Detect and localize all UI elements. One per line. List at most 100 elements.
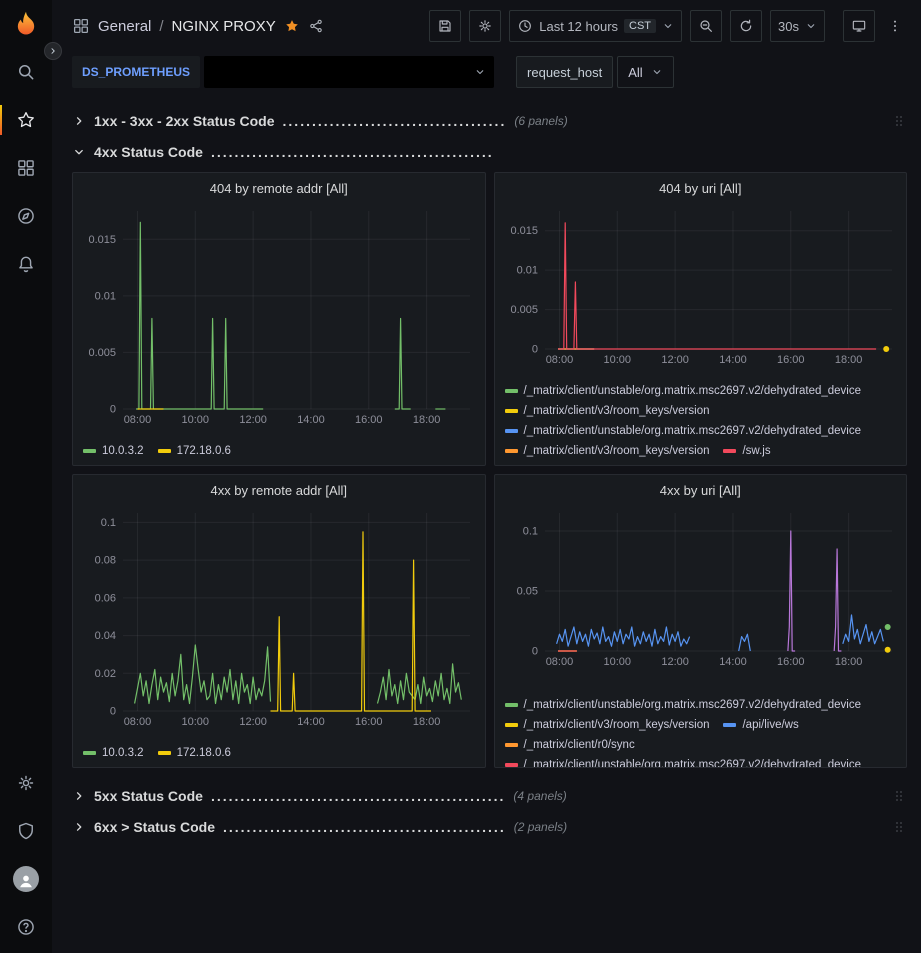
sidebar-item-help[interactable] [0,903,52,951]
grafana-logo[interactable] [12,10,40,38]
legend-item[interactable]: 10.0.3.2 [83,441,144,461]
request-host-value: All [628,65,642,80]
favorite-star-icon[interactable] [284,18,300,34]
svg-text:0.01: 0.01 [95,290,116,302]
legend-item[interactable]: /_matrix/client/unstable/org.matrix.msc2… [505,755,862,767]
monitor-icon [851,18,867,34]
row-title: 6xx > Status Code [94,819,215,835]
legend-item[interactable]: /_matrix/client/v3/room_keys/version [505,715,710,735]
kebab-icon [887,18,903,34]
svg-text:12:00: 12:00 [239,716,267,728]
legend-item[interactable]: /api/live/ws [723,715,798,735]
legend-item[interactable]: /_matrix/client/unstable/org.matrix.msc2… [505,695,862,715]
drag-handle-icon[interactable] [891,113,907,129]
bell-icon [16,254,36,274]
legend-item[interactable]: /_matrix/client/v3/room_keys/version [505,401,710,421]
chevron-right-icon [72,789,86,803]
tv-mode-button[interactable] [843,10,875,42]
legend-label: 10.0.3.2 [102,445,144,457]
svg-text:08:00: 08:00 [545,656,573,668]
dashboard-canvas: 1xx - 3xx - 2xx Status Code ............… [52,98,921,953]
legend-item[interactable]: /_matrix/client/unstable/org.matrix.msc2… [505,421,862,441]
chart-canvas[interactable]: 00.0050.010.01508:0010:0012:0014:0016:00… [495,203,907,372]
time-range-picker[interactable]: Last 12 hours CST [509,10,682,42]
refresh-button[interactable] [730,10,762,42]
dashboard-menu-kebab[interactable] [883,10,907,42]
chevron-down-icon [72,145,86,159]
legend-swatch [83,751,96,755]
save-dashboard-button[interactable] [429,10,461,42]
sidebar [0,0,52,953]
breadcrumb-section[interactable]: General [98,18,151,35]
legend-swatch [158,449,171,453]
time-range-label: Last 12 hours [539,19,618,34]
svg-text:0.02: 0.02 [95,668,116,680]
variable-ds-prometheus-label[interactable]: DS_PROMETHEUS [72,56,200,88]
panel-title[interactable]: 4xx by uri [All] [495,475,907,505]
legend-swatch [505,763,518,767]
panel-legend: 10.0.3.2 172.18.0.6 [73,439,485,465]
refresh-interval-picker[interactable]: 30s [770,10,825,42]
shield-icon [16,821,36,841]
save-icon [437,18,453,34]
svg-text:18:00: 18:00 [413,716,441,728]
request-host-select[interactable]: All [617,56,673,88]
panel-title[interactable]: 404 by uri [All] [495,173,907,203]
legend-swatch [723,449,736,453]
chart-canvas[interactable]: 00.0050.010.01508:0010:0012:0014:0016:00… [73,203,485,432]
sidebar-item-profile[interactable] [0,855,52,903]
legend-item[interactable]: 172.18.0.6 [158,441,231,461]
refresh-interval-label: 30s [778,19,799,34]
legend-item[interactable]: 10.0.3.2 [83,743,144,763]
chart-canvas[interactable]: 00.050.108:0010:0012:0014:0016:0018:00 [495,505,907,674]
sidebar-item-alerting[interactable] [0,240,52,288]
datasource-select[interactable] [204,56,494,88]
sidebar-item-starred[interactable] [0,96,52,144]
row-header-6xx[interactable]: 6xx > Status Code ......................… [72,813,907,841]
sidebar-item-dashboards[interactable] [0,144,52,192]
sidebar-item-settings[interactable] [0,759,52,807]
svg-text:0.05: 0.05 [516,586,537,598]
svg-text:14:00: 14:00 [719,354,747,366]
legend-item[interactable]: /_matrix/client/r0/sync [505,735,635,755]
dashboard-section-icon [72,17,90,35]
user-icon [16,871,36,891]
share-icon[interactable] [308,18,324,34]
legend-item[interactable]: /sw.js [723,441,770,461]
legend-swatch [723,723,736,727]
row-title: 4xx Status Code [94,144,203,160]
zoom-out-button[interactable] [690,10,722,42]
row-header-5xx[interactable]: 5xx Status Code ........................… [72,782,907,810]
legend-label: /api/live/ws [742,719,798,731]
svg-text:0.06: 0.06 [95,592,116,604]
sidebar-expand-button[interactable] [44,42,62,60]
panel-title[interactable]: 404 by remote addr [All] [73,173,485,203]
legend-item[interactable]: /_matrix/client/v3/room_keys/version [505,441,710,461]
row-panel-count: (6 panels) [514,114,567,128]
legend-swatch [505,723,518,727]
dashboard-settings-button[interactable] [469,10,501,42]
svg-text:0.015: 0.015 [88,234,116,246]
sidebar-bottom [0,759,52,953]
chevron-right-icon [72,820,86,834]
row-header-4xx[interactable]: 4xx Status Code ........................… [72,138,907,166]
gear-icon [16,773,36,793]
legend-item[interactable]: 172.18.0.6 [158,743,231,763]
panel-legend: /_matrix/client/unstable/org.matrix.msc2… [495,693,907,767]
legend-label: /_matrix/client/v3/room_keys/version [524,719,710,731]
svg-text:0.005: 0.005 [88,347,116,359]
svg-text:12:00: 12:00 [239,414,267,426]
drag-handle-icon[interactable] [891,788,907,804]
legend-item[interactable]: /_matrix/client/unstable/org.matrix.msc2… [505,381,862,401]
drag-handle-icon[interactable] [891,819,907,835]
sidebar-item-explore[interactable] [0,192,52,240]
breadcrumb-dashboard-title[interactable]: NGINX PROXY [172,18,276,35]
panel-title[interactable]: 4xx by remote addr [All] [73,475,485,505]
panel-4xx-by-remote-addr: 4xx by remote addr [All]00.020.040.060.0… [72,474,486,768]
chart-canvas[interactable]: 00.020.040.060.080.108:0010:0012:0014:00… [73,505,485,734]
sidebar-item-server-admin[interactable] [0,807,52,855]
svg-text:10:00: 10:00 [182,414,210,426]
row-header-1xx-3xx-2xx[interactable]: 1xx - 3xx - 2xx Status Code ............… [72,107,907,135]
svg-text:0.005: 0.005 [510,304,538,316]
legend-label: /sw.js [742,445,770,457]
